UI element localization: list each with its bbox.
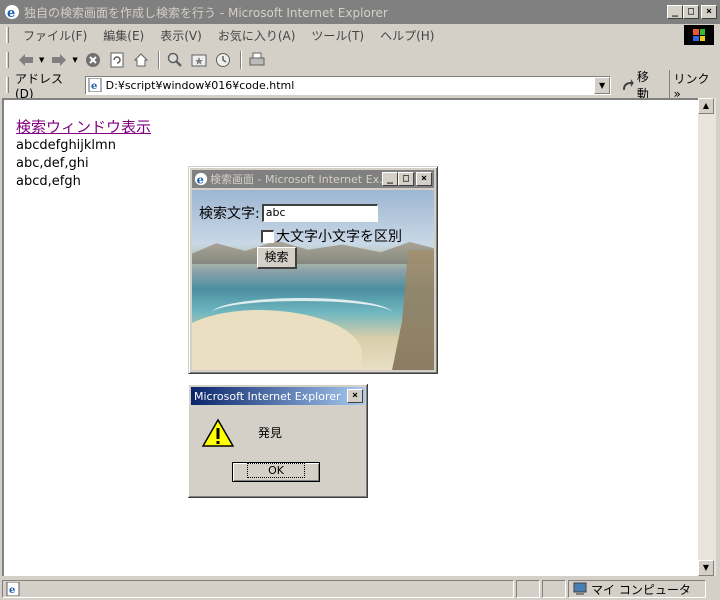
my-computer-icon bbox=[573, 582, 587, 595]
popup-minimize-button[interactable]: _ bbox=[382, 172, 398, 186]
address-url[interactable]: D:¥script¥window¥016¥code.html bbox=[106, 79, 594, 92]
ok-button[interactable]: OK bbox=[232, 462, 320, 482]
toolbar-separator bbox=[157, 51, 160, 69]
scroll-down-button[interactable]: ▼ bbox=[698, 560, 714, 576]
favorites-button[interactable] bbox=[188, 50, 210, 70]
address-bar: アドレス(D) e D:¥script¥window¥016¥code.html… bbox=[0, 69, 720, 101]
print-button[interactable] bbox=[246, 50, 268, 70]
popup-close-button[interactable]: × bbox=[416, 172, 432, 186]
menu-view[interactable]: 表示(V) bbox=[152, 27, 210, 44]
history-icon bbox=[215, 53, 230, 67]
menubar: ファイル(F) 編集(E) 表示(V) お気に入り(A) ツール(T) ヘルプ(… bbox=[0, 24, 720, 46]
links-button[interactable]: リンク » bbox=[668, 69, 720, 101]
page-status-icon: e bbox=[6, 582, 20, 596]
status-main-panel: e bbox=[2, 580, 514, 598]
search-submit-button[interactable]: 検索 bbox=[257, 247, 297, 269]
back-dropdown-icon[interactable]: ▼ bbox=[39, 56, 44, 64]
menu-edit[interactable]: 編集(E) bbox=[95, 27, 152, 44]
svg-text:e: e bbox=[7, 6, 15, 20]
close-button[interactable]: × bbox=[701, 5, 717, 19]
show-search-window-link[interactable]: 検索ウィンドウ表示 bbox=[16, 116, 151, 137]
window-title: 独自の検索画面を作成し検索を行う - Microsoft Internet Ex… bbox=[24, 5, 388, 20]
svg-text:e: e bbox=[91, 81, 97, 92]
forward-icon bbox=[52, 54, 67, 66]
go-label: 移動 bbox=[636, 70, 649, 101]
status-panel bbox=[542, 580, 566, 598]
home-icon bbox=[133, 53, 148, 67]
menu-file[interactable]: ファイル(F) bbox=[15, 27, 95, 44]
main-titlebar[interactable]: e 独自の検索画面を作成し検索を行う - Microsoft Internet … bbox=[0, 0, 720, 24]
menu-favorites[interactable]: お気に入り(A) bbox=[210, 27, 304, 44]
search-input[interactable]: abc bbox=[261, 204, 378, 222]
alert-title: Microsoft Internet Explorer bbox=[194, 389, 341, 403]
scroll-up-button[interactable]: ▲ bbox=[698, 98, 714, 114]
refresh-icon bbox=[110, 52, 124, 68]
minimize-button[interactable]: _ bbox=[667, 5, 683, 19]
addressbar-grip[interactable] bbox=[6, 77, 9, 93]
home-button[interactable] bbox=[130, 50, 152, 70]
stop-icon bbox=[85, 53, 100, 67]
vertical-scrollbar[interactable]: ▲ ▼ bbox=[698, 98, 716, 576]
ie-logo-icon: e bbox=[194, 172, 208, 186]
windows-logo bbox=[684, 25, 714, 45]
case-sensitive-label: 大文字小文字を区別 bbox=[276, 229, 402, 245]
address-dropdown-button[interactable]: ▼ bbox=[594, 76, 611, 94]
search-button[interactable] bbox=[164, 50, 186, 70]
address-field[interactable]: e D:¥script¥window¥016¥code.html ▼ bbox=[84, 75, 612, 95]
print-icon bbox=[249, 52, 265, 66]
status-zone-panel: マイ コンピュータ bbox=[568, 580, 706, 598]
refresh-button[interactable] bbox=[106, 50, 128, 70]
text-line-2: abc,def,ghi bbox=[16, 156, 89, 171]
text-line-3: abcd,efgh bbox=[16, 174, 81, 189]
alert-titlebar[interactable]: Microsoft Internet Explorer × bbox=[191, 387, 365, 405]
warning-icon bbox=[202, 418, 234, 447]
menu-tools[interactable]: ツール(T) bbox=[303, 27, 372, 44]
statusbar: e マイ コンピュータ bbox=[0, 578, 720, 600]
popup-title: 検索画面 - Microsoft Internet Ex... bbox=[210, 173, 382, 186]
back-icon bbox=[19, 54, 33, 66]
menubar-grip[interactable] bbox=[6, 27, 9, 43]
menu-help[interactable]: ヘルプ(H) bbox=[372, 27, 442, 44]
toolbar-separator bbox=[239, 51, 242, 69]
page-icon: e bbox=[88, 78, 102, 92]
favorites-icon bbox=[191, 54, 207, 67]
popup-maximize-button[interactable]: □ bbox=[398, 172, 414, 186]
search-form: 検索文字: abc 大文字小文字を区別 検索 bbox=[199, 203, 402, 269]
go-arrow-icon bbox=[623, 79, 634, 90]
search-icon bbox=[167, 52, 182, 67]
popup-titlebar[interactable]: e 検索画面 - Microsoft Internet Ex... _ □ × bbox=[192, 170, 434, 188]
alert-dialog: Microsoft Internet Explorer × 発見 OK bbox=[188, 384, 368, 498]
status-panel bbox=[516, 580, 540, 598]
text-line-1: abcdefghijklmn bbox=[16, 138, 116, 153]
search-label: 検索文字: bbox=[199, 206, 260, 222]
stop-button[interactable] bbox=[82, 50, 104, 70]
windows-flag-icon bbox=[693, 29, 705, 41]
case-sensitive-checkbox[interactable] bbox=[261, 229, 274, 243]
forward-dropdown-icon[interactable]: ▼ bbox=[72, 56, 77, 64]
forward-button[interactable] bbox=[48, 50, 70, 70]
alert-close-button[interactable]: × bbox=[347, 389, 363, 403]
history-button[interactable] bbox=[212, 50, 234, 70]
maximize-button[interactable]: □ bbox=[683, 5, 699, 19]
go-button[interactable]: 移動 bbox=[621, 68, 660, 102]
toolbar: ▼ ▼ bbox=[0, 48, 720, 72]
ok-label: OK bbox=[247, 463, 305, 478]
toolbar-grip[interactable] bbox=[6, 52, 9, 68]
back-button[interactable] bbox=[15, 50, 37, 70]
status-zone-text: マイ コンピュータ bbox=[591, 582, 691, 597]
svg-text:e: e bbox=[197, 172, 204, 186]
address-label: アドレス(D) bbox=[14, 71, 63, 101]
alert-message: 発見 bbox=[258, 426, 283, 440]
search-popup-window: e 検索画面 - Microsoft Internet Ex... _ □ × … bbox=[188, 166, 438, 374]
svg-text:e: e bbox=[9, 585, 15, 596]
ie-logo-icon: e bbox=[5, 5, 19, 20]
